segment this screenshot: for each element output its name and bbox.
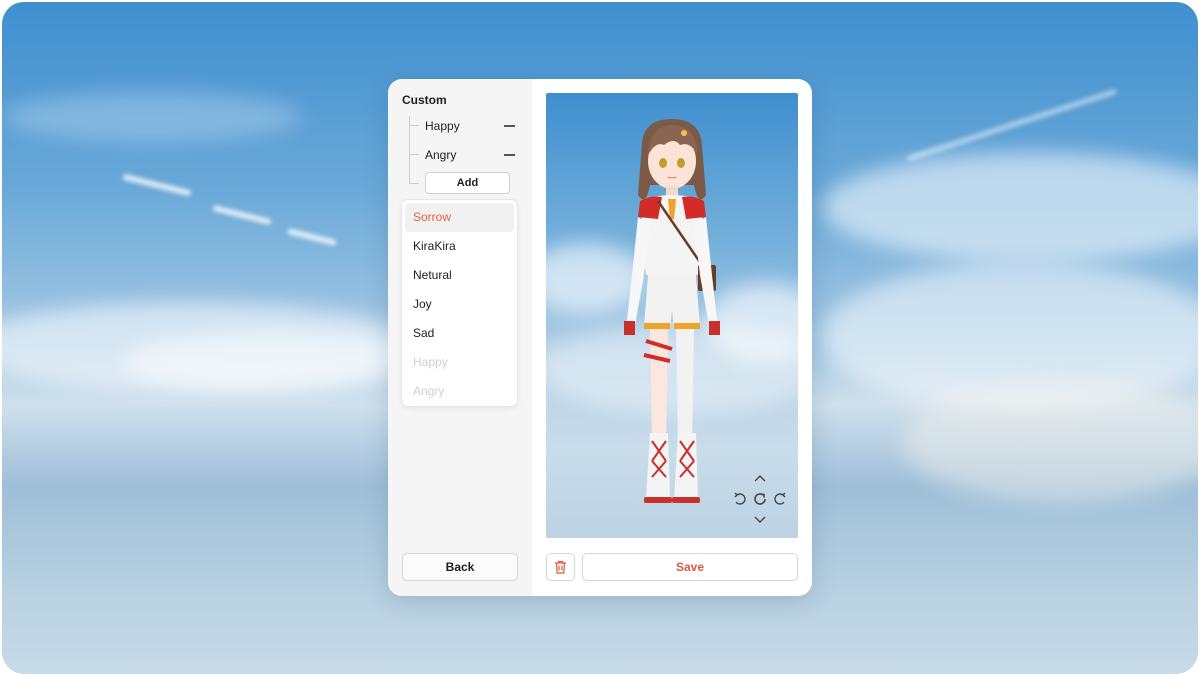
cloud-streak — [287, 228, 337, 246]
expression-editor-dialog: Custom Happy Angry Add Sorrow KiraKira N… — [388, 79, 812, 596]
save-button[interactable]: Save — [582, 553, 798, 581]
add-expression-button[interactable]: Add — [425, 172, 510, 194]
cloud-streak — [212, 204, 272, 226]
dropdown-option-sorrow[interactable]: Sorrow — [405, 203, 514, 232]
custom-section-title: Custom — [402, 93, 447, 107]
avatar-preview-viewport[interactable] — [546, 93, 798, 538]
dropdown-option-sad[interactable]: Sad — [405, 319, 514, 348]
cloud — [822, 152, 1198, 262]
custom-expression-item[interactable]: Happy — [425, 119, 460, 133]
avatar-character — [624, 119, 720, 503]
chevron-up-icon[interactable] — [752, 471, 768, 487]
tree-connector — [409, 116, 410, 184]
tree-connector — [409, 183, 419, 184]
cloud — [122, 332, 422, 392]
rotate-right-icon[interactable] — [772, 491, 788, 507]
camera-controls — [732, 471, 788, 527]
reset-rotation-icon[interactable] — [752, 491, 768, 507]
expression-dropdown-menu: Sorrow KiraKira Netural Joy Sad Happy An… — [401, 199, 518, 407]
cloud-streak — [122, 173, 192, 197]
dropdown-option-angry: Angry — [413, 384, 445, 398]
tree-connector — [409, 154, 419, 155]
dropdown-option-joy[interactable]: Joy — [405, 290, 514, 319]
remove-icon[interactable] — [504, 125, 515, 127]
back-button[interactable]: Back — [402, 553, 518, 581]
delete-button[interactable] — [546, 553, 575, 581]
expression-list-pane: Custom Happy Angry Add Sorrow KiraKira N… — [388, 79, 532, 596]
dropdown-option-happy: Happy — [413, 355, 448, 369]
custom-expression-item[interactable]: Angry — [425, 148, 456, 162]
cloud — [902, 382, 1198, 502]
cloud — [2, 92, 302, 142]
trash-icon — [555, 560, 566, 574]
remove-icon[interactable] — [504, 154, 515, 156]
tree-connector — [409, 125, 419, 126]
chevron-down-icon[interactable] — [752, 511, 768, 527]
dropdown-option-kirakira[interactable]: KiraKira — [405, 232, 514, 261]
dropdown-option-netural[interactable]: Netural — [405, 261, 514, 290]
rotate-left-icon[interactable] — [732, 491, 748, 507]
cloud-streak — [906, 88, 1118, 162]
